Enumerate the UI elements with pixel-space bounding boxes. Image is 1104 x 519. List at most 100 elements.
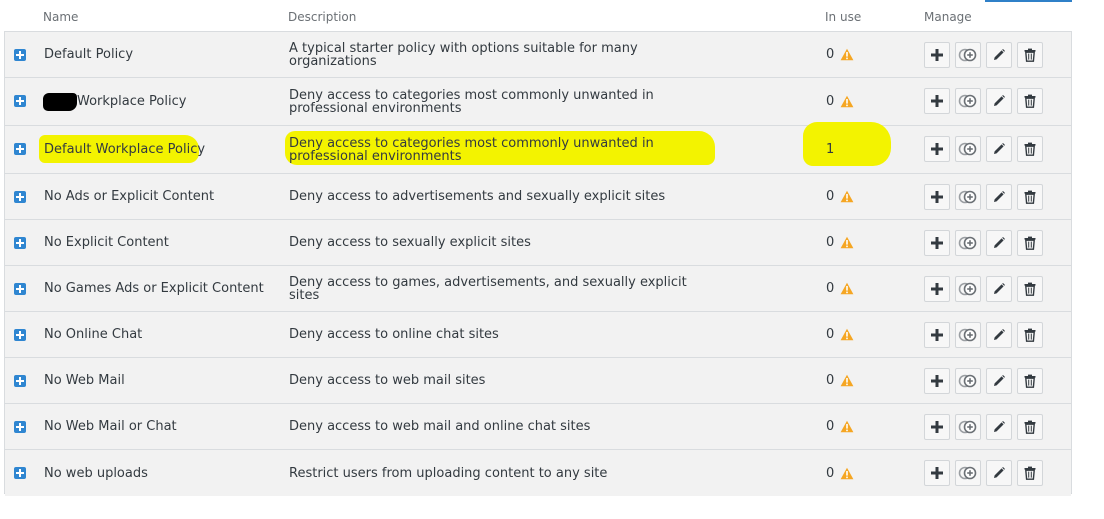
clone-button[interactable] xyxy=(955,460,981,486)
expand-plus-icon[interactable] xyxy=(14,95,26,107)
add-button[interactable] xyxy=(924,414,950,440)
add-button[interactable] xyxy=(924,368,950,394)
delete-button[interactable] xyxy=(1017,184,1043,210)
clone-button[interactable] xyxy=(955,184,981,210)
warning-triangle-icon xyxy=(840,374,854,387)
clone-button[interactable] xyxy=(955,276,981,302)
policy-name[interactable]: No Explicit Content xyxy=(44,220,169,265)
delete-button[interactable] xyxy=(1017,42,1043,68)
edit-button[interactable] xyxy=(986,184,1012,210)
in-use-count: 0 xyxy=(826,358,854,403)
policy-name[interactable]: No Web Mail xyxy=(44,358,125,403)
manage-actions xyxy=(924,460,1043,486)
delete-button[interactable] xyxy=(1017,368,1043,394)
edit-button[interactable] xyxy=(986,88,1012,114)
warning-triangle-icon xyxy=(840,328,854,341)
policy-name[interactable]: No Web Mail or Chat xyxy=(44,404,177,449)
expand-plus-icon[interactable] xyxy=(14,283,26,295)
table-row[interactable]: No Online Chat Deny access to online chat… xyxy=(5,312,1071,358)
clone-icon xyxy=(958,420,977,434)
table-row[interactable]: No Web Mail Deny access to web mail sites… xyxy=(5,358,1071,404)
table-row[interactable]: Workplace Policy Deny access to categorie… xyxy=(5,78,1071,126)
clone-button[interactable] xyxy=(955,414,981,440)
table-row[interactable]: No Ads or Explicit Content Deny access to… xyxy=(5,174,1071,220)
pencil-icon xyxy=(994,283,1005,294)
clone-button[interactable] xyxy=(955,368,981,394)
add-button[interactable] xyxy=(924,460,950,486)
edit-button[interactable] xyxy=(986,414,1012,440)
plus-icon xyxy=(931,467,943,479)
add-button[interactable] xyxy=(924,230,950,256)
delete-button[interactable] xyxy=(1017,276,1043,302)
policy-name[interactable]: Default Workplace Policy xyxy=(44,126,205,173)
policy-name[interactable]: No Online Chat xyxy=(44,312,142,357)
expand-plus-icon[interactable] xyxy=(14,143,26,155)
in-use-value: 0 xyxy=(826,419,835,434)
edit-button[interactable] xyxy=(986,322,1012,348)
policy-name[interactable]: No Games Ads or Explicit Content xyxy=(44,266,264,311)
trash-icon xyxy=(1024,374,1036,388)
clone-button[interactable] xyxy=(955,322,981,348)
table-row[interactable]: No Web Mail or Chat Deny access to web ma… xyxy=(5,404,1071,450)
expand-plus-icon[interactable] xyxy=(14,329,26,341)
column-header-description[interactable]: Description xyxy=(288,10,356,24)
policy-description: Deny access to categories most commonly … xyxy=(289,87,654,116)
expand-plus-icon[interactable] xyxy=(14,421,26,433)
redaction-mark xyxy=(43,93,77,111)
policy-description: Deny access to sexually explicit sites xyxy=(289,235,531,250)
clone-icon xyxy=(958,282,977,296)
warning-triangle-icon xyxy=(840,282,854,295)
clone-button[interactable] xyxy=(955,42,981,68)
expand-plus-icon[interactable] xyxy=(14,191,26,203)
delete-button[interactable] xyxy=(1017,230,1043,256)
column-header-in-use[interactable]: In use xyxy=(825,10,861,24)
pencil-icon xyxy=(994,467,1005,478)
policy-name[interactable]: No web uploads xyxy=(44,450,148,496)
clone-button[interactable] xyxy=(955,136,981,162)
trash-icon xyxy=(1024,94,1036,108)
manage-actions xyxy=(924,136,1043,162)
plus-icon xyxy=(931,375,943,387)
add-button[interactable] xyxy=(924,184,950,210)
expand-plus-icon[interactable] xyxy=(14,375,26,387)
add-button[interactable] xyxy=(924,322,950,348)
trash-icon xyxy=(1024,48,1036,62)
edit-button[interactable] xyxy=(986,276,1012,302)
table-row[interactable]: Default Policy A typical starter policy w… xyxy=(5,32,1071,78)
add-button[interactable] xyxy=(924,276,950,302)
clone-button[interactable] xyxy=(955,88,981,114)
delete-button[interactable] xyxy=(1017,414,1043,440)
edit-button[interactable] xyxy=(986,136,1012,162)
policy-name[interactable]: Workplace Policy xyxy=(77,78,186,125)
delete-button[interactable] xyxy=(1017,322,1043,348)
add-button[interactable] xyxy=(924,42,950,68)
edit-button[interactable] xyxy=(986,42,1012,68)
add-button[interactable] xyxy=(924,88,950,114)
delete-button[interactable] xyxy=(1017,88,1043,114)
manage-actions xyxy=(924,414,1043,440)
edit-button[interactable] xyxy=(986,460,1012,486)
table-row[interactable]: No Explicit Content Deny access to sexual… xyxy=(5,220,1071,266)
policy-name[interactable]: Default Policy xyxy=(44,32,133,77)
policy-name[interactable]: No Ads or Explicit Content xyxy=(44,174,214,219)
in-use-count: 0 xyxy=(826,404,854,449)
delete-button[interactable] xyxy=(1017,136,1043,162)
edit-button[interactable] xyxy=(986,230,1012,256)
table-row[interactable]: No web uploads Restrict users from upload… xyxy=(5,450,1071,496)
expand-plus-icon[interactable] xyxy=(14,237,26,249)
edit-button[interactable] xyxy=(986,368,1012,394)
clone-icon xyxy=(958,374,977,388)
expand-plus-icon[interactable] xyxy=(14,49,26,61)
add-button[interactable] xyxy=(924,136,950,162)
plus-icon xyxy=(931,191,943,203)
plus-icon xyxy=(931,237,943,249)
table-row[interactable]: No Games Ads or Explicit Content Deny acc… xyxy=(5,266,1071,312)
table-row[interactable]: Default Workplace Policy Deny access to c… xyxy=(5,122,1071,174)
plus-icon xyxy=(931,143,943,155)
expand-plus-icon[interactable] xyxy=(14,467,26,479)
trash-icon xyxy=(1024,420,1036,434)
plus-icon xyxy=(931,421,943,433)
delete-button[interactable] xyxy=(1017,460,1043,486)
clone-button[interactable] xyxy=(955,230,981,256)
column-header-name[interactable]: Name xyxy=(43,10,78,24)
